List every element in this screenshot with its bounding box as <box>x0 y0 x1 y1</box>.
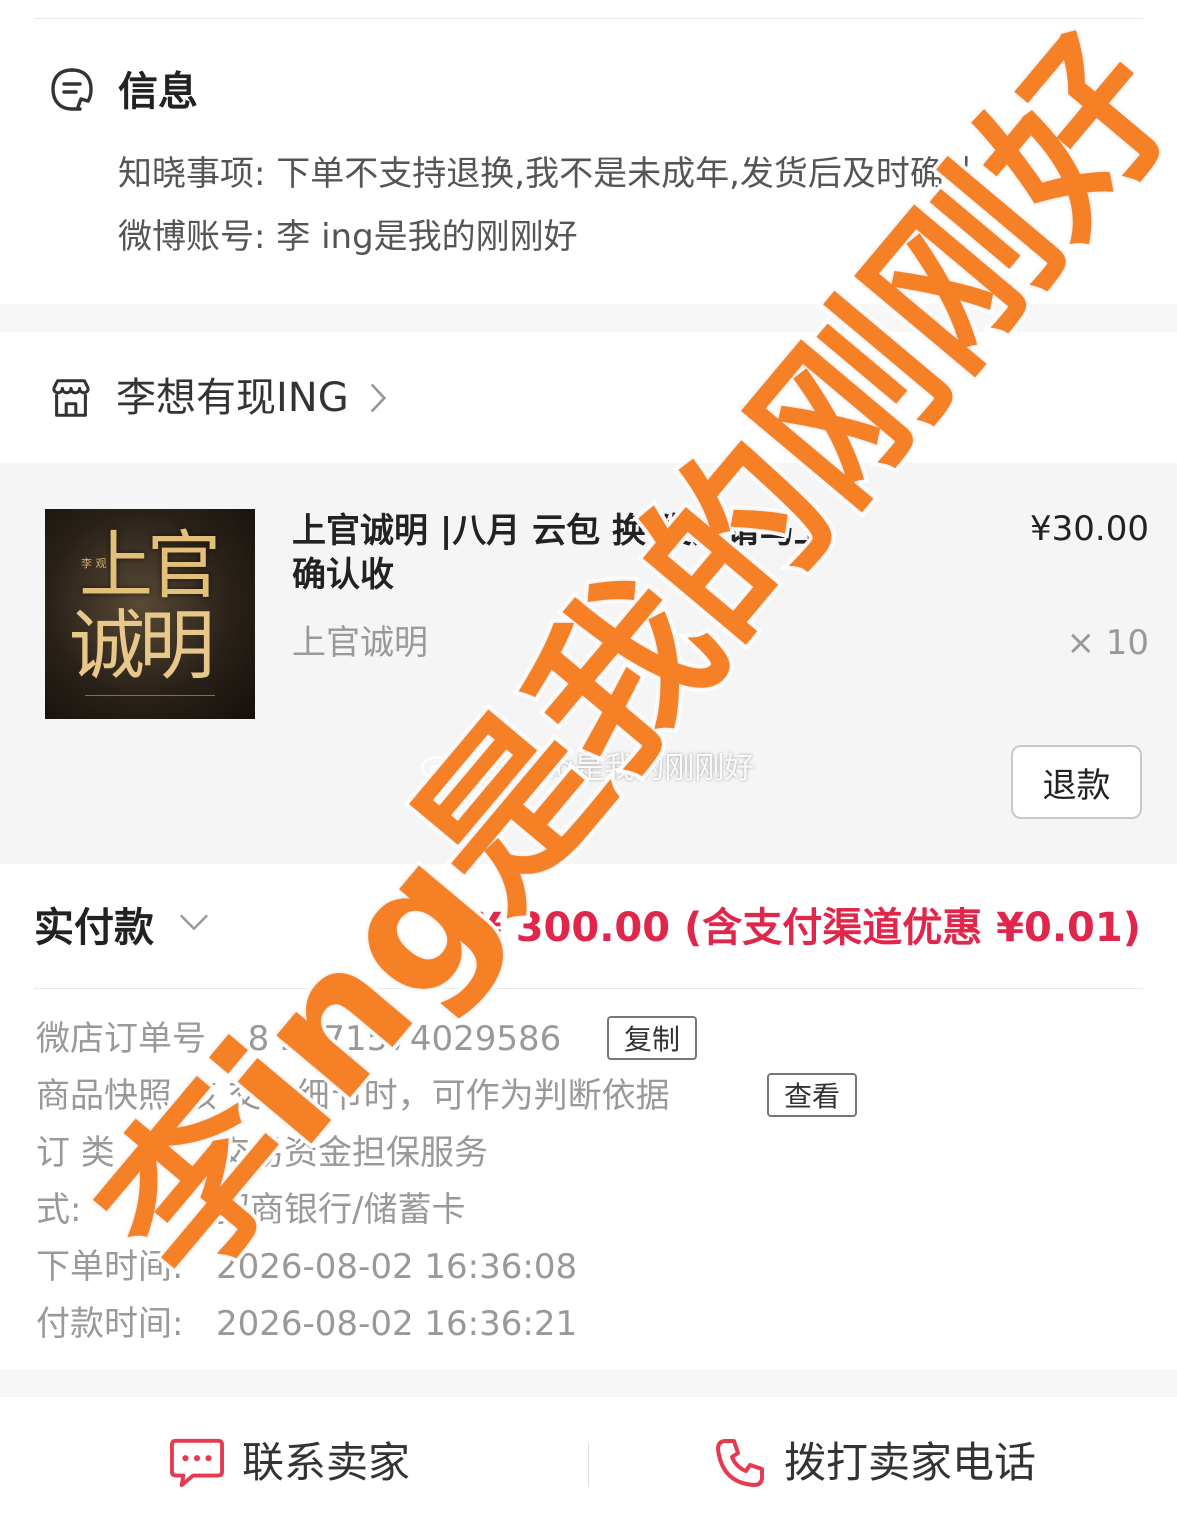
product-price: ¥30.00 <box>1030 509 1149 549</box>
chat-icon <box>170 1438 224 1488</box>
divider <box>34 988 1143 989</box>
thumbnail-divider <box>85 695 215 696</box>
call-seller-label: 拨打卖家电话 <box>784 1438 1037 1487</box>
order-time-row: 下单时间: 2026-08-02 16:36:08 <box>36 1245 577 1289</box>
weibo-account-text: 微博账号: 李 ing是我的刚刚好 <box>118 217 578 257</box>
note-icon <box>51 68 93 111</box>
shop-name: 李想有现ING <box>116 375 349 421</box>
product-quantity: × 10 <box>1066 623 1149 663</box>
paid-label: 实付款 <box>34 905 154 951</box>
chevron-down-icon[interactable] <box>178 912 210 932</box>
contact-seller-button[interactable]: 联系卖家 <box>168 1431 410 1495</box>
paid-amount: ¥ 300.00 (含支付渠道优惠 ¥0.01) <box>473 905 1141 951</box>
product-variant: 上官诚明 <box>292 623 428 663</box>
thumbnail-title-line2: 诚明 <box>69 601 215 690</box>
copy-button[interactable]: 复制 <box>607 1016 697 1060</box>
pay-time-value: 2026-08-02 16:36:21 <box>216 1304 578 1344</box>
store-icon <box>52 379 90 417</box>
notice-text: 知晓事项: 下单不支持退换,我不是未成年,发货后及时确认 <box>118 154 978 194</box>
divider <box>34 18 1143 19</box>
call-seller-button[interactable]: 拨打卖家电话 <box>712 1431 1036 1495</box>
shop-link[interactable]: 李想有现ING <box>48 372 387 424</box>
pay-time-label: 付款时间: <box>36 1304 184 1344</box>
pay-time-row: 付款时间: 2026-08-02 16:36:21 <box>36 1302 577 1346</box>
contact-seller-label: 联系卖家 <box>242 1438 411 1487</box>
section-title: 信息 <box>118 69 198 115</box>
phone-icon <box>716 1439 764 1487</box>
bottom-action-bar: 联系卖家 拨打卖家电话 <box>0 1397 1177 1524</box>
chevron-right-icon <box>370 383 386 413</box>
product-thumbnail: 李 观 上官 诚明 <box>45 509 255 719</box>
view-snapshot-button[interactable]: 查看 <box>767 1073 857 1117</box>
thumbnail-title-line1: 上官 <box>79 523 221 609</box>
refund-button[interactable]: 退款 <box>1011 745 1142 819</box>
divider <box>588 1443 589 1487</box>
